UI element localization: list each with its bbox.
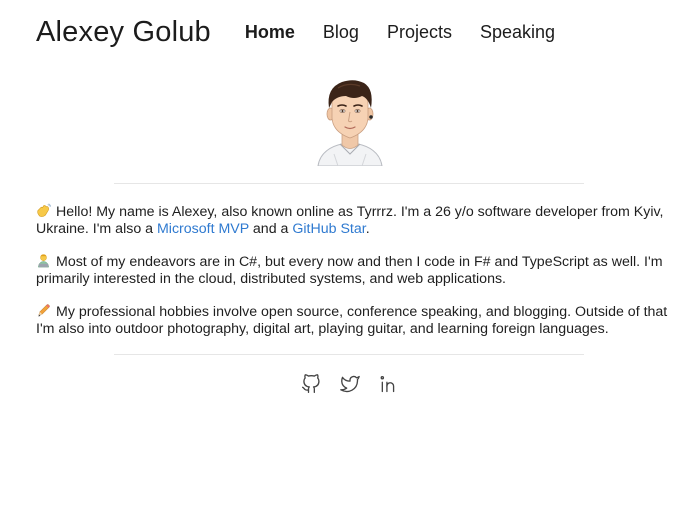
nav-home-link[interactable]: Home bbox=[245, 22, 295, 43]
waving-hand-emoji-icon bbox=[37, 203, 51, 217]
github-icon bbox=[302, 374, 320, 393]
avatar-container bbox=[0, 74, 700, 166]
top-divider bbox=[114, 183, 584, 184]
main-nav: Home Blog Projects Speaking bbox=[245, 22, 583, 43]
pencil-emoji-icon bbox=[38, 304, 50, 317]
github-star-link[interactable]: GitHub Star bbox=[292, 221, 365, 237]
bottom-divider bbox=[114, 354, 584, 355]
github-link[interactable] bbox=[301, 374, 321, 394]
linkedin-icon bbox=[380, 376, 395, 393]
intro-section: Hello! My name is Alexey, also known onl… bbox=[36, 203, 670, 353]
intro-text-c: . bbox=[365, 221, 370, 237]
intro-paragraph-2: Most of my endeavors are in C#, but ever… bbox=[36, 253, 670, 288]
social-links bbox=[0, 374, 700, 394]
intro-paragraph-3-text: My professional hobbies involve open sou… bbox=[36, 304, 668, 337]
microsoft-mvp-link[interactable]: Microsoft MVP bbox=[157, 221, 249, 237]
nav-blog-link[interactable]: Blog bbox=[323, 22, 359, 43]
intro-text-b: and a bbox=[248, 221, 293, 237]
site-header: Alexey Golub Home Blog Projects Speaking bbox=[36, 12, 664, 52]
twitter-link[interactable] bbox=[340, 374, 360, 394]
site-title-link[interactable]: Alexey Golub bbox=[36, 16, 211, 49]
linkedin-link[interactable] bbox=[379, 374, 399, 394]
intro-paragraph-3: My professional hobbies involve open sou… bbox=[36, 303, 670, 338]
twitter-icon bbox=[340, 375, 360, 393]
technologist-emoji-icon bbox=[38, 254, 49, 268]
nav-projects-link[interactable]: Projects bbox=[387, 22, 452, 43]
intro-paragraph-2-text: Most of my endeavors are in C#, but ever… bbox=[36, 254, 663, 287]
nav-speaking-link[interactable]: Speaking bbox=[480, 22, 555, 43]
avatar bbox=[317, 80, 383, 166]
intro-paragraph-1: Hello! My name is Alexey, also known onl… bbox=[36, 203, 670, 238]
